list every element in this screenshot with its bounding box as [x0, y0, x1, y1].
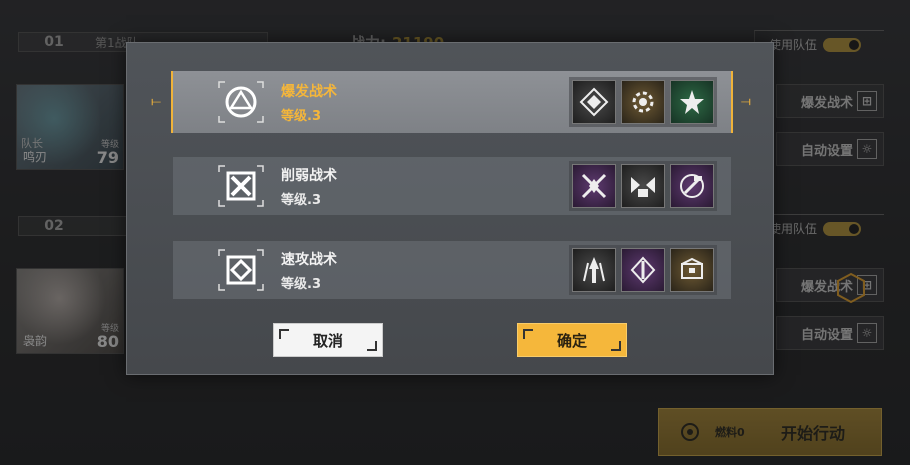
skill-slot-hammer-icon[interactable] [670, 164, 714, 208]
tactic-select-dialog: ⟝ ⟞ 爆发战术 等级.3 削弱战术 等级.3 速攻战术 等级.3 取消 确定 [126, 42, 774, 375]
weaken-tactic-icon [215, 162, 267, 210]
skill-slot-box-icon[interactable] [670, 248, 714, 292]
tactic-skill-slots [569, 77, 717, 127]
tactic-row-burst[interactable]: 爆发战术 等级.3 [171, 71, 733, 133]
right-arrow-icon: ⟞ [741, 94, 751, 108]
confirm-button[interactable]: 确定 [517, 323, 627, 357]
tactic-title: 削弱战术 [281, 167, 337, 184]
skill-slot-diamond-icon[interactable] [572, 80, 616, 124]
tactic-level: 等级.3 [281, 276, 321, 292]
skill-slot-gear-icon[interactable] [621, 80, 665, 124]
skill-slot-mask-icon[interactable] [621, 164, 665, 208]
tactic-skill-slots [569, 245, 717, 295]
tactic-title: 速攻战术 [281, 251, 337, 268]
tactic-skill-slots [569, 161, 717, 211]
skill-slot-blades-icon[interactable] [572, 164, 616, 208]
tactic-level: 等级.3 [281, 108, 321, 124]
tactic-row-rush[interactable]: 速攻战术 等级.3 [173, 241, 731, 299]
tactic-level: 等级.3 [281, 192, 321, 208]
burst-tactic-icon [215, 78, 267, 126]
skill-slot-spear-icon[interactable] [572, 248, 616, 292]
rush-tactic-icon [215, 246, 267, 294]
tactic-row-weaken[interactable]: 削弱战术 等级.3 [173, 157, 731, 215]
skill-slot-star-icon[interactable] [670, 80, 714, 124]
skill-slot-shield-icon[interactable] [621, 248, 665, 292]
left-arrow-icon: ⟝ [151, 94, 161, 108]
cancel-button[interactable]: 取消 [273, 323, 383, 357]
tactic-title: 爆发战术 [281, 83, 337, 100]
